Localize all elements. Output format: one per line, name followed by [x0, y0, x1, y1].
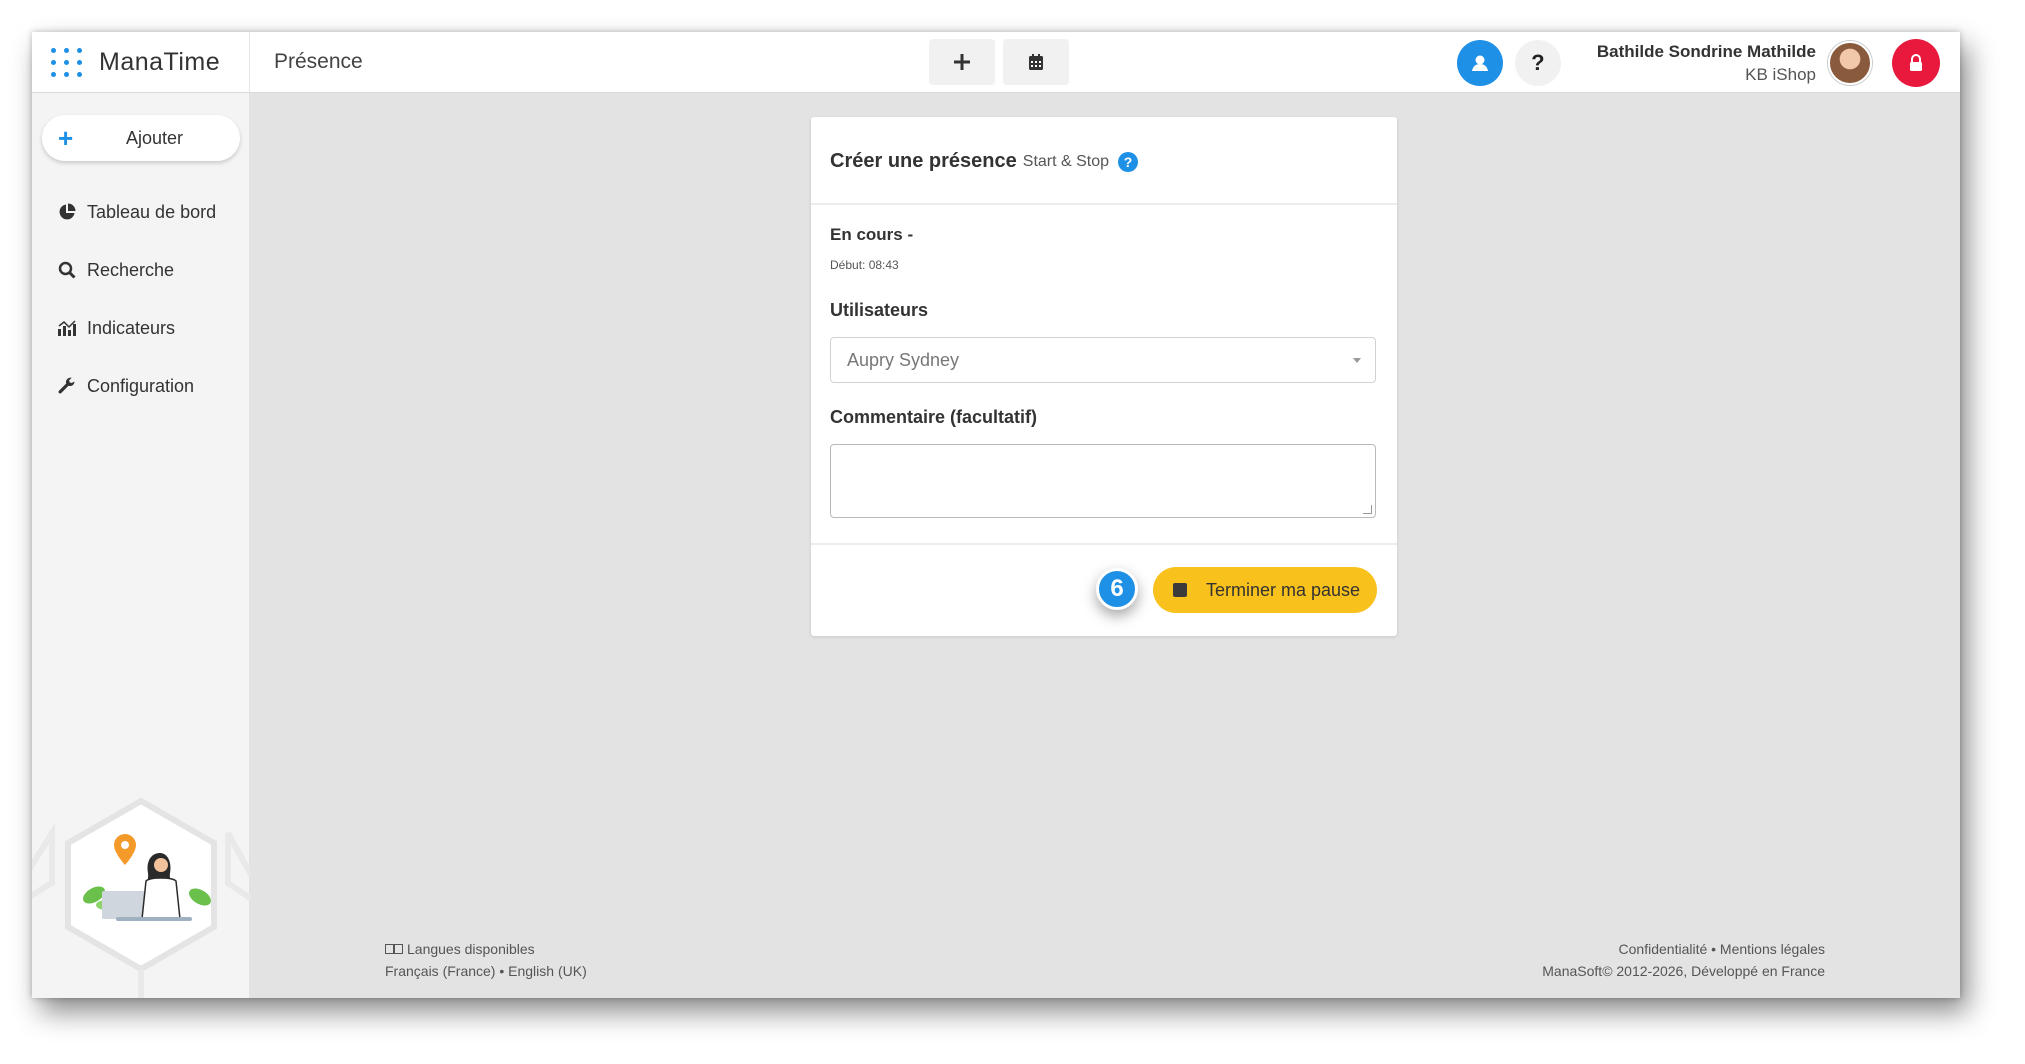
app-window: ManaTime Présence ? Bathilde Sondrine Ma… — [32, 32, 1960, 998]
language-links[interactable]: Français (France) • English (UK) — [385, 960, 587, 982]
calendar-icon — [1029, 54, 1043, 70]
profile-button[interactable] — [1456, 39, 1503, 86]
chevron-down-icon — [1353, 357, 1361, 363]
page-title: Présence — [274, 50, 363, 73]
card-title: Créer une présence — [830, 150, 1017, 172]
end-pause-label: Terminer ma pause — [1206, 579, 1361, 600]
brand[interactable]: ManaTime — [32, 32, 250, 92]
calendar-button[interactable] — [1003, 39, 1069, 85]
sidebar-item-label: Tableau de bord — [87, 201, 217, 222]
user-organization: KB iShop — [1745, 64, 1816, 84]
quick-actions — [929, 39, 1069, 85]
sidebar-nav: Tableau de bord Recherche Indicateurs Co… — [32, 183, 249, 415]
sidebar-item-indicators[interactable]: Indicateurs — [32, 299, 249, 357]
brand-name: ManaTime — [99, 47, 221, 76]
user-name: Bathilde Sondrine Mathilde — [1596, 41, 1816, 61]
card-body: En cours - Début: 08:43 Utilisateurs Aup… — [811, 205, 1397, 518]
start-time: Début: 08:43 — [830, 258, 899, 272]
plus-icon — [954, 54, 970, 70]
sidebar-item-search[interactable]: Recherche — [32, 241, 249, 299]
add-button-label: Ajouter — [126, 127, 184, 148]
legal-footer: Confidentialité • Mentions légales ManaS… — [1542, 938, 1825, 982]
legal-links[interactable]: Confidentialité • Mentions légales — [1542, 938, 1825, 960]
end-pause-button[interactable]: Terminer ma pause — [1153, 567, 1377, 613]
pie-chart-icon — [56, 201, 78, 223]
step-badge: 6 — [1096, 568, 1138, 610]
top-bar: ManaTime Présence ? Bathilde Sondrine Ma… — [32, 32, 1960, 93]
sidebar-item-dashboard[interactable]: Tableau de bord — [32, 183, 249, 241]
status-text: En cours - — [830, 225, 914, 244]
search-icon — [56, 259, 78, 281]
card-header: Créer une présence Start & Stop ? — [811, 117, 1397, 205]
sidebar-item-configuration[interactable]: Configuration — [32, 357, 249, 415]
presence-card: Créer une présence Start & Stop ? En cou… — [811, 117, 1397, 636]
chart-icon — [56, 317, 78, 339]
sidebar-item-label: Indicateurs — [87, 317, 176, 338]
help-button[interactable]: ? — [1514, 39, 1561, 86]
user-icon — [1471, 55, 1488, 71]
card-subtitle: Start & Stop — [1022, 152, 1110, 170]
lock-icon — [1910, 53, 1922, 71]
quick-add-button[interactable] — [929, 39, 995, 85]
copyright: ManaSoft© 2012-2026, Développé en France — [1542, 963, 1825, 979]
language-icon — [385, 944, 403, 954]
avatar[interactable] — [1828, 40, 1872, 85]
user-info[interactable]: Bathilde Sondrine Mathilde KB iShop — [1597, 40, 1816, 86]
user-tools: ? Bathilde Sondrine Mathilde KB iShop — [1456, 38, 1940, 87]
add-button[interactable]: + Ajouter — [42, 115, 240, 161]
languages-title: Langues disponibles — [407, 941, 535, 957]
wrench-icon — [56, 375, 78, 397]
help-icon[interactable]: ? — [1118, 151, 1139, 172]
users-select-value: Aupry Sydney — [847, 349, 960, 370]
users-label: Utilisateurs — [830, 300, 929, 320]
sidebar-item-label: Configuration — [87, 375, 195, 396]
sidebar: + Ajouter Tableau de bord Recherche Indi… — [32, 93, 275, 998]
card-footer: 6 Terminer ma pause — [811, 543, 1397, 636]
language-footer: Langues disponibles Français (France) • … — [385, 938, 587, 982]
comment-label: Commentaire (facultatif) — [830, 407, 1038, 427]
sidebar-item-label: Recherche — [87, 259, 175, 280]
sidebar-illustration — [32, 793, 275, 998]
apps-grid-icon[interactable] — [50, 45, 84, 79]
plus-icon: + — [58, 122, 74, 153]
logout-button[interactable] — [1892, 38, 1940, 87]
comment-textarea[interactable] — [830, 444, 1376, 518]
stop-icon — [1173, 583, 1187, 597]
users-select[interactable]: Aupry Sydney — [830, 337, 1376, 383]
